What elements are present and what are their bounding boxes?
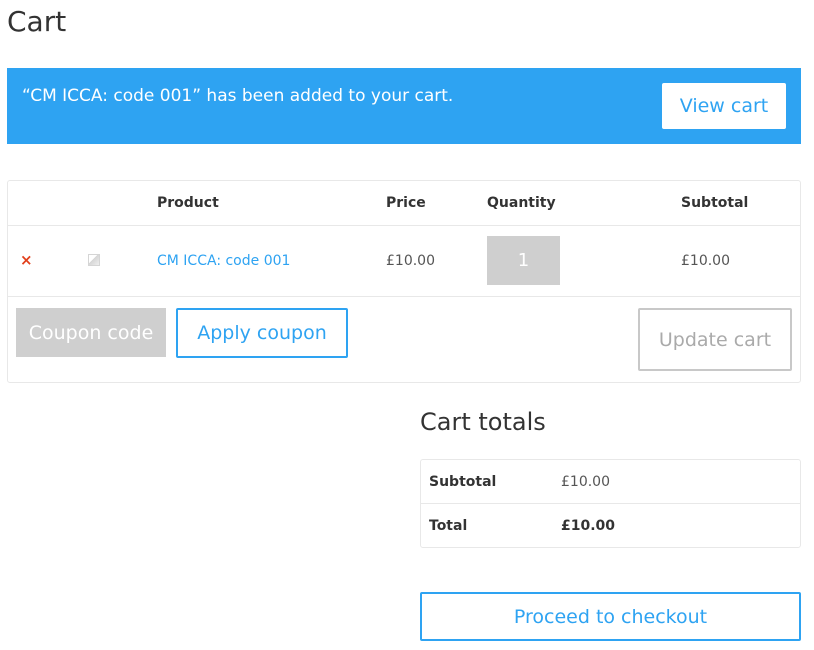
item-price: £10.00 [386,253,435,269]
totals-subtotal-value: £10.00 [561,474,610,490]
cart-totals-table: Subtotal £10.00 Total £10.00 [420,459,801,548]
added-to-cart-notice: “CM ICCA: code 001” has been added to yo… [7,68,801,144]
header-divider [8,225,800,226]
product-link[interactable]: CM ICCA: code 001 [157,253,290,269]
image-placeholder-icon [88,254,100,266]
cart-totals-title: Cart totals [420,408,546,436]
coupon-code-input[interactable]: Coupon code [16,308,166,357]
cart-page: Cart “CM ICCA: code 001” has been added … [0,0,814,650]
header-quantity: Quantity [487,195,556,211]
totals-subtotal-label: Subtotal [429,474,497,490]
page-title: Cart [7,5,67,38]
totals-divider [421,503,800,504]
totals-total-value: £10.00 [561,518,616,534]
item-subtotal: £10.00 [681,253,730,269]
proceed-to-checkout-button[interactable]: Proceed to checkout [420,592,801,641]
apply-coupon-button[interactable]: Apply coupon [176,308,348,358]
header-subtotal: Subtotal [681,195,749,211]
view-cart-button[interactable]: View cart [662,83,786,129]
header-product: Product [157,195,219,211]
cart-table: Product Price Quantity Subtotal × CM ICC… [7,180,801,383]
update-cart-button[interactable]: Update cart [638,308,792,371]
header-price: Price [386,195,426,211]
row-divider [8,296,800,297]
remove-x-icon[interactable]: × [20,251,33,269]
quantity-input[interactable]: 1 [487,236,560,285]
totals-total-label: Total [429,518,468,534]
notice-message: “CM ICCA: code 001” has been added to yo… [22,86,454,106]
